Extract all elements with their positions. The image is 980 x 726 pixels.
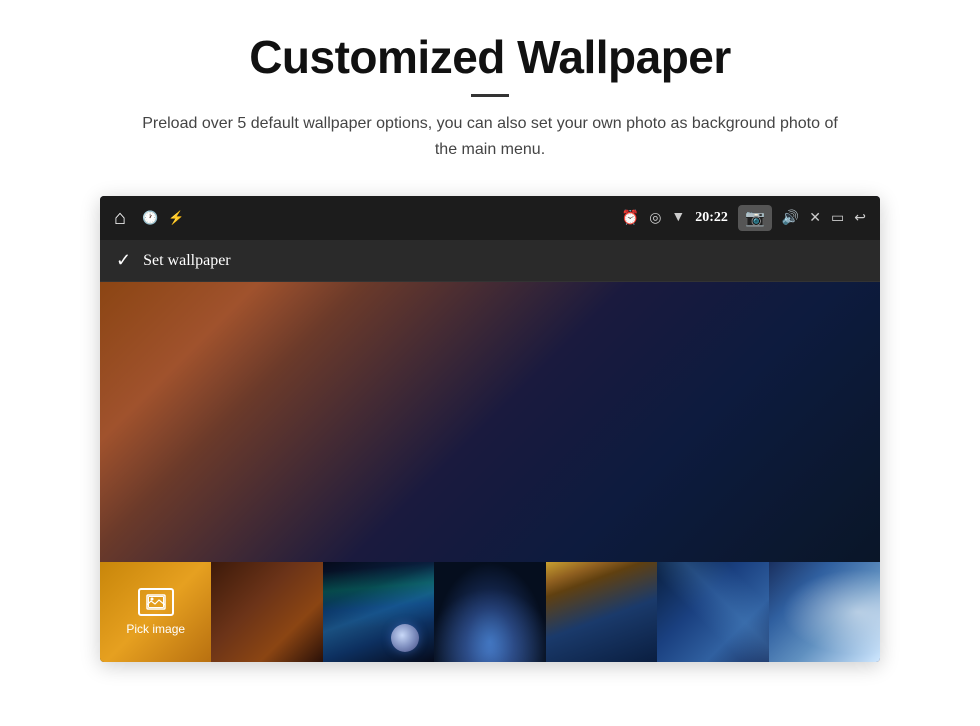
wallpaper-thumb-4[interactable]	[434, 562, 545, 662]
page-subtitle: Preload over 5 default wallpaper options…	[130, 111, 850, 162]
page-container: Customized Wallpaper Preload over 5 defa…	[0, 0, 980, 726]
planet-shape	[391, 624, 419, 652]
location-icon: ◎	[649, 210, 661, 227]
galaxy-glow	[434, 562, 545, 662]
pick-image-thumb[interactable]: Pick image	[100, 562, 211, 662]
wallpaper-header: ✓ Set wallpaper	[100, 240, 880, 282]
alarm-icon: ⏰	[622, 210, 639, 227]
blue-highlight	[657, 562, 768, 662]
close-icon: ✕	[809, 210, 821, 227]
wallpaper-preview	[100, 282, 880, 562]
title-section: Customized Wallpaper Preload over 5 defa…	[130, 30, 850, 162]
wallpaper-thumb-6[interactable]	[657, 562, 768, 662]
home-icon[interactable]: ⌂	[114, 207, 126, 230]
status-left-icons: ⌂ 🕐 ⚡	[114, 207, 184, 230]
wallpaper-thumb-2[interactable]	[211, 562, 322, 662]
page-title: Customized Wallpaper	[130, 30, 850, 84]
wifi-icon: ▼	[671, 210, 685, 226]
device-frame: ⌂ 🕐 ⚡ ⏰ ◎ ▼ 20:22 📷 🔊 ✕ ▭ ↩	[100, 196, 880, 662]
status-right: ⏰ ◎ ▼ 20:22 📷 🔊 ✕ ▭ ↩	[622, 205, 866, 231]
check-icon: ✓	[116, 250, 131, 271]
image-frame-icon	[146, 594, 166, 610]
wallpaper-thumb-3[interactable]	[323, 562, 434, 662]
status-bar: ⌂ 🕐 ⚡ ⏰ ◎ ▼ 20:22 📷 🔊 ✕ ▭ ↩	[100, 196, 880, 240]
aurora-shape	[323, 562, 434, 632]
usb-icon: ⚡	[168, 210, 184, 226]
wallpaper-thumb-7[interactable]	[769, 562, 880, 662]
light-ray-shape	[769, 562, 880, 662]
thumbnail-strip: Pick image	[100, 562, 880, 662]
title-divider	[471, 94, 509, 97]
pick-image-icon	[138, 588, 174, 616]
volume-icon: 🔊	[782, 210, 799, 227]
time-display: 20:22	[695, 210, 728, 226]
set-wallpaper-label: Set wallpaper	[143, 252, 231, 270]
back-icon: ↩	[854, 210, 866, 227]
pick-image-label: Pick image	[126, 622, 185, 636]
status-left-small-icons: 🕐 ⚡	[142, 210, 184, 226]
wallpaper-thumb-5[interactable]	[546, 562, 657, 662]
window-icon: ▭	[831, 210, 844, 227]
camera-icon-highlight: 📷	[738, 205, 772, 231]
clock-icon: 🕐	[142, 210, 158, 226]
camera-icon: 📷	[745, 208, 765, 228]
